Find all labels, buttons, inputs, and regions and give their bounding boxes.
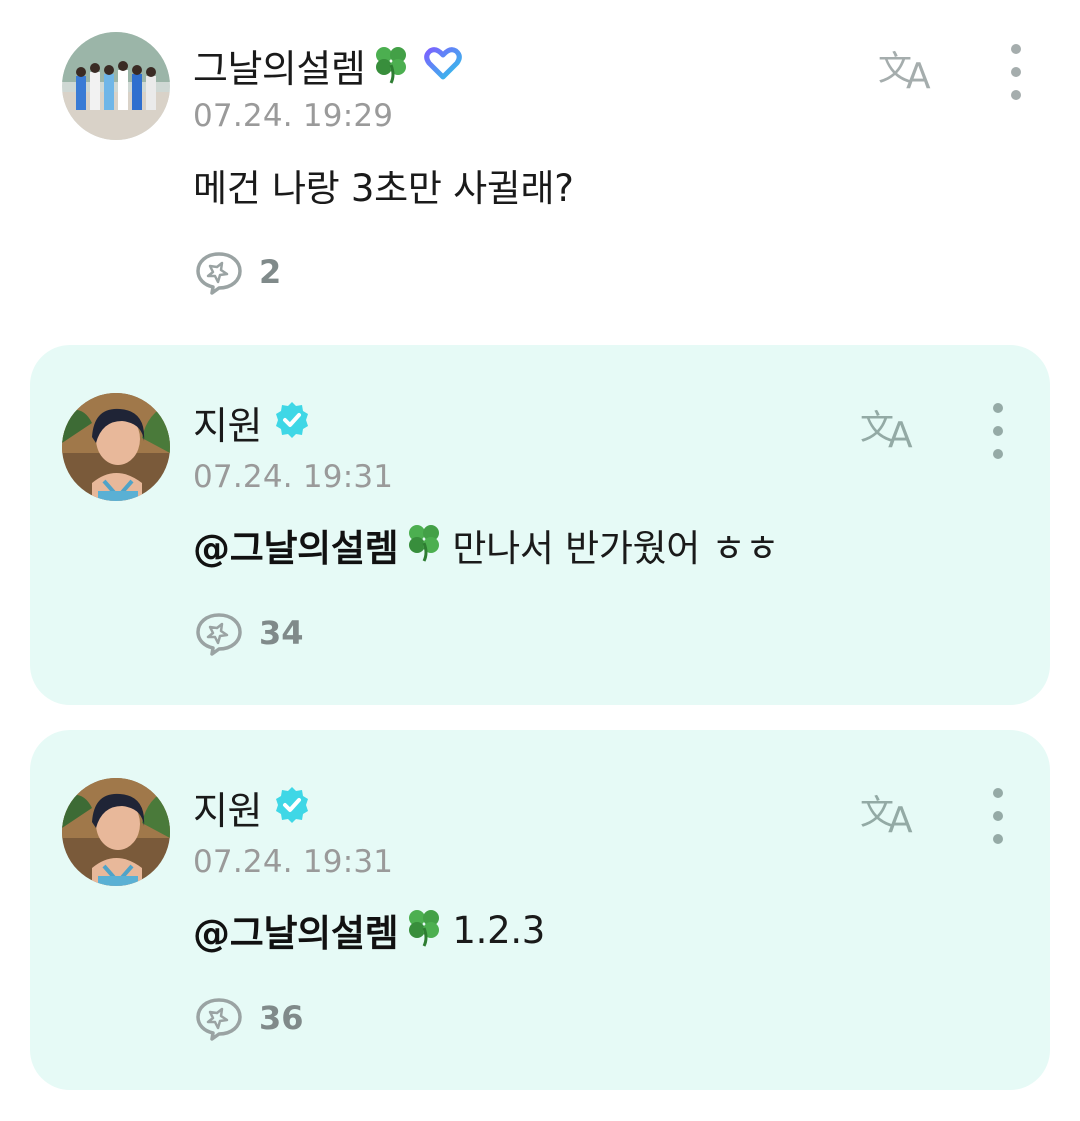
four-leaf-clover-icon bbox=[402, 904, 446, 957]
comment-text: @그날의설렘 1.2.3 bbox=[193, 904, 545, 956]
more-vertical-icon[interactable] bbox=[988, 788, 1008, 844]
more-vertical-icon[interactable] bbox=[1006, 44, 1026, 100]
comment-text: 메건 나랑 3초만 사귈래? bbox=[193, 160, 574, 210]
author-row: 지원 bbox=[193, 395, 312, 450]
comment-body: 메건 나랑 3초만 사귈래? bbox=[193, 167, 574, 210]
reply-button[interactable]: 2 bbox=[193, 248, 281, 296]
author-name[interactable]: 그날의설렘 bbox=[193, 38, 366, 93]
reply-count: 36 bbox=[259, 999, 304, 1037]
heart-badge-icon bbox=[421, 41, 465, 89]
translate-icon[interactable]: 文 A bbox=[860, 403, 922, 456]
verified-badge-icon bbox=[272, 785, 312, 829]
author-name[interactable]: 지원 bbox=[193, 395, 262, 450]
reply-button[interactable]: 36 bbox=[193, 994, 304, 1042]
more-dot bbox=[993, 449, 1003, 459]
reply-bubble-icon bbox=[196, 998, 242, 1041]
more-dot bbox=[993, 811, 1003, 821]
author-row: 지원 bbox=[193, 780, 312, 835]
artist-comment-card: 지원 07.24. 19:31 @그날의설렘 만나서 반가웠어 ㅎㅎ 34 文 … bbox=[30, 345, 1050, 705]
more-dot bbox=[993, 426, 1003, 436]
more-dot bbox=[1011, 44, 1021, 54]
comment-item: 그날의설렘 07.24. 19:29 메건 나랑 3초만 사귈래? 2 文 A bbox=[0, 0, 1080, 330]
svg-text:A: A bbox=[888, 415, 913, 453]
more-dot bbox=[1011, 67, 1021, 77]
more-dot bbox=[993, 403, 1003, 413]
artist-avatar[interactable] bbox=[62, 778, 170, 886]
comment-text: @그날의설렘 만나서 반가웠어 ㅎㅎ bbox=[193, 519, 779, 571]
artist-avatar[interactable] bbox=[62, 393, 170, 501]
svg-text:A: A bbox=[906, 56, 931, 94]
more-dot bbox=[1011, 90, 1021, 100]
comment-body: 1.2.3 bbox=[452, 908, 546, 952]
svg-text:A: A bbox=[888, 800, 913, 838]
mention-link[interactable]: @그날의설렘 bbox=[193, 903, 399, 957]
four-leaf-clover-icon bbox=[402, 519, 446, 572]
more-dot bbox=[993, 788, 1003, 798]
translate-icon[interactable]: 文 A bbox=[878, 44, 940, 97]
user-avatar[interactable] bbox=[62, 32, 170, 140]
verified-badge-icon bbox=[272, 400, 312, 444]
artist-comment-card: 지원 07.24. 19:31 @그날의설렘 1.2.3 36 文 A bbox=[30, 730, 1050, 1090]
comment-timestamp: 07.24. 19:31 bbox=[193, 459, 394, 495]
reply-count: 34 bbox=[259, 614, 304, 652]
comment-body: 만나서 반가웠어 ㅎㅎ bbox=[452, 527, 779, 570]
reply-count: 2 bbox=[259, 253, 282, 291]
reply-bubble-icon bbox=[196, 613, 242, 656]
translate-icon[interactable]: 文 A bbox=[860, 788, 922, 841]
comment-timestamp: 07.24. 19:31 bbox=[193, 844, 394, 880]
author-name[interactable]: 지원 bbox=[193, 780, 262, 835]
mention-link[interactable]: @그날의설렘 bbox=[193, 518, 399, 572]
four-leaf-clover-icon bbox=[369, 41, 413, 89]
author-row: 그날의설렘 bbox=[193, 38, 465, 93]
more-dot bbox=[993, 834, 1003, 844]
comment-timestamp: 07.24. 19:29 bbox=[193, 98, 394, 134]
more-vertical-icon[interactable] bbox=[988, 403, 1008, 459]
reply-button[interactable]: 34 bbox=[193, 609, 304, 657]
reply-bubble-icon bbox=[196, 252, 242, 295]
